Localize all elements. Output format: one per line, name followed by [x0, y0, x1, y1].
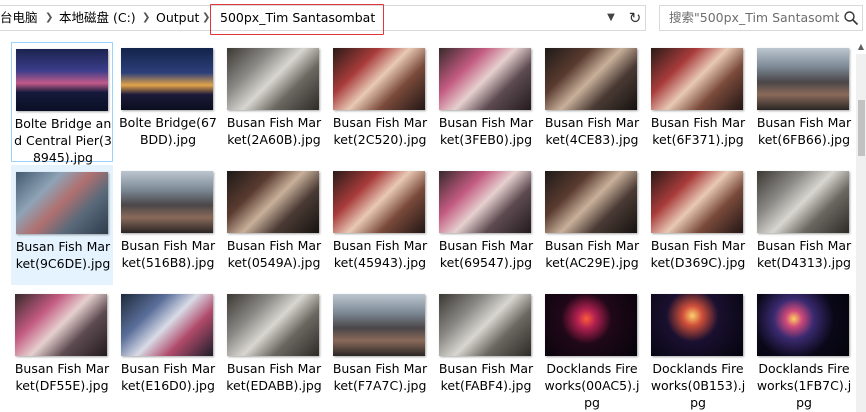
file-item[interactable]: Bolte Bridge(67BDD).jpg [117, 42, 219, 162]
file-name-label: Busan Fish Market(3FEB0).jpg [438, 115, 534, 147]
file-thumbnail [439, 48, 531, 110]
file-thumbnail [757, 48, 849, 110]
file-name-label: Busan Fish Market(E16D0).jpg [120, 361, 216, 393]
file-item[interactable]: Busan Fish Market(F7A7C).jpg [329, 288, 431, 408]
file-name-label: Busan Fish Market(AC29E).jpg [544, 238, 640, 270]
file-item[interactable]: Busan Fish Market(FABF4).jpg [435, 288, 537, 408]
file-item[interactable]: Busan Fish Market(2A60B).jpg [223, 42, 325, 162]
search-placeholder: 搜索"500px_Tim Santasombat" [669, 10, 839, 25]
file-thumbnail [439, 171, 531, 233]
file-thumbnail [757, 171, 849, 233]
file-name-label: Busan Fish Market(DF55E).jpg [14, 361, 110, 393]
file-item[interactable]: Busan Fish Market(E16D0).jpg [117, 288, 219, 408]
file-name-label: Busan Fish Market(4CE83).jpg [544, 115, 640, 147]
file-thumbnail [651, 171, 743, 233]
breadcrumb-current-highlight[interactable]: 500px_Tim Santasombat [210, 4, 384, 35]
file-thumbnail [439, 294, 531, 356]
file-item[interactable]: Busan Fish Market(3FEB0).jpg [435, 42, 537, 162]
file-item[interactable]: Docklands Fireworks(0B153).jpg [647, 288, 749, 410]
file-item[interactable]: Busan Fish Market(0549A).jpg [223, 165, 325, 285]
address-bar-row: 台电脑 ❯ 本地磁盘 (C:) ❯ Output ❯ 500px_Tim San… [0, 0, 866, 37]
file-item[interactable]: Busan Fish Market(6F371).jpg [647, 42, 749, 162]
file-name-label: Busan Fish Market(6F371).jpg [650, 115, 746, 147]
file-item[interactable]: Docklands Fireworks(1FB7C).jpg [753, 288, 855, 410]
file-grid: Bolte Bridge and Central Pier(38945).jpg… [0, 40, 856, 412]
breadcrumb-local-disk[interactable]: 本地磁盘 (C:) [59, 5, 136, 31]
file-item[interactable]: Busan Fish Market(4CE83).jpg [541, 42, 643, 162]
search-input[interactable]: 搜索"500px_Tim Santasombat" [659, 5, 863, 31]
file-name-label: Busan Fish Market(9C6DE).jpg [15, 239, 111, 271]
file-thumbnail [121, 294, 213, 356]
file-name-label: Bolte Bridge(67BDD).jpg [119, 115, 217, 147]
file-thumbnail [227, 294, 319, 356]
file-thumbnail [16, 49, 108, 111]
file-name-label: Busan Fish Market(F7A7C).jpg [332, 361, 428, 393]
file-name-label: Busan Fish Market(D369C).jpg [650, 238, 746, 270]
search-icon[interactable] [843, 10, 859, 26]
breadcrumb-current-folder: 500px_Tim Santasombat [220, 10, 376, 25]
file-item[interactable]: Busan Fish Market(69547).jpg [435, 165, 537, 285]
file-thumbnail [15, 294, 107, 356]
file-item[interactable]: Busan Fish Market(9C6DE).jpg [11, 165, 113, 285]
file-item[interactable]: Busan Fish Market(EDABB).jpg [223, 288, 325, 408]
file-thumbnail [121, 171, 213, 233]
file-item[interactable]: Busan Fish Market(2C520).jpg [329, 42, 431, 162]
file-item[interactable]: Busan Fish Market(6FB66).jpg [753, 42, 855, 162]
file-thumbnail [227, 171, 319, 233]
file-thumbnail [333, 48, 425, 110]
file-thumbnail [333, 171, 425, 233]
refresh-icon[interactable]: ↻ [624, 5, 646, 31]
file-item[interactable]: Busan Fish Market(DF55E).jpg [11, 288, 113, 408]
file-thumbnail [545, 48, 637, 110]
file-name-label: Docklands Fireworks(1FB7C).jpg [756, 361, 852, 410]
file-name-label: Busan Fish Market(D4313).jpg [756, 238, 852, 270]
file-thumbnail [651, 294, 743, 356]
file-name-label: Busan Fish Market(69547).jpg [438, 238, 534, 270]
file-thumbnail [545, 171, 637, 233]
file-name-label: Docklands Fireworks(00AC5).jpg [544, 361, 640, 410]
file-item[interactable]: Busan Fish Market(D369C).jpg [647, 165, 749, 285]
file-name-label: Busan Fish Market(6FB66).jpg [756, 115, 852, 147]
file-name-label: Busan Fish Market(2C520).jpg [332, 115, 428, 147]
file-thumbnail [16, 172, 108, 234]
file-thumbnail [757, 294, 849, 356]
file-thumbnail [651, 48, 743, 110]
file-item[interactable]: Busan Fish Market(AC29E).jpg [541, 165, 643, 285]
file-name-label: Busan Fish Market(EDABB).jpg [226, 361, 322, 393]
file-name-label: Busan Fish Market(0549A).jpg [226, 238, 322, 270]
file-name-label: Docklands Fireworks(0B153).jpg [650, 361, 746, 410]
file-name-label: Busan Fish Market(516B8).jpg [120, 238, 216, 270]
file-item[interactable]: Busan Fish Market(516B8).jpg [117, 165, 219, 285]
scrollbar-thumb[interactable] [858, 100, 865, 156]
file-thumbnail [545, 294, 637, 356]
breadcrumb-output[interactable]: Output [156, 5, 199, 31]
chevron-right-icon[interactable]: ❯ [45, 5, 53, 31]
file-item[interactable]: Busan Fish Market(D4313).jpg [753, 165, 855, 285]
file-name-label: Busan Fish Market(FABF4).jpg [438, 361, 534, 393]
file-name-label: Bolte Bridge and Central Pier(38945).jpg [14, 116, 112, 165]
file-item[interactable]: Busan Fish Market(45943).jpg [329, 165, 431, 285]
file-thumbnail [227, 48, 319, 110]
file-item[interactable]: Docklands Fireworks(00AC5).jpg [541, 288, 643, 410]
file-item[interactable]: Bolte Bridge and Central Pier(38945).jpg [11, 42, 113, 165]
file-name-label: Busan Fish Market(45943).jpg [332, 238, 428, 270]
chevron-down-icon[interactable]: ▼ [601, 5, 621, 31]
breadcrumb-this-pc[interactable]: 台电脑 [0, 5, 38, 31]
file-thumbnail [333, 294, 425, 356]
file-name-label: Busan Fish Market(2A60B).jpg [226, 115, 322, 147]
chevron-right-icon[interactable]: ❯ [142, 5, 150, 31]
file-thumbnail [121, 48, 213, 110]
scroll-up-icon[interactable]: ▲ [856, 40, 866, 54]
